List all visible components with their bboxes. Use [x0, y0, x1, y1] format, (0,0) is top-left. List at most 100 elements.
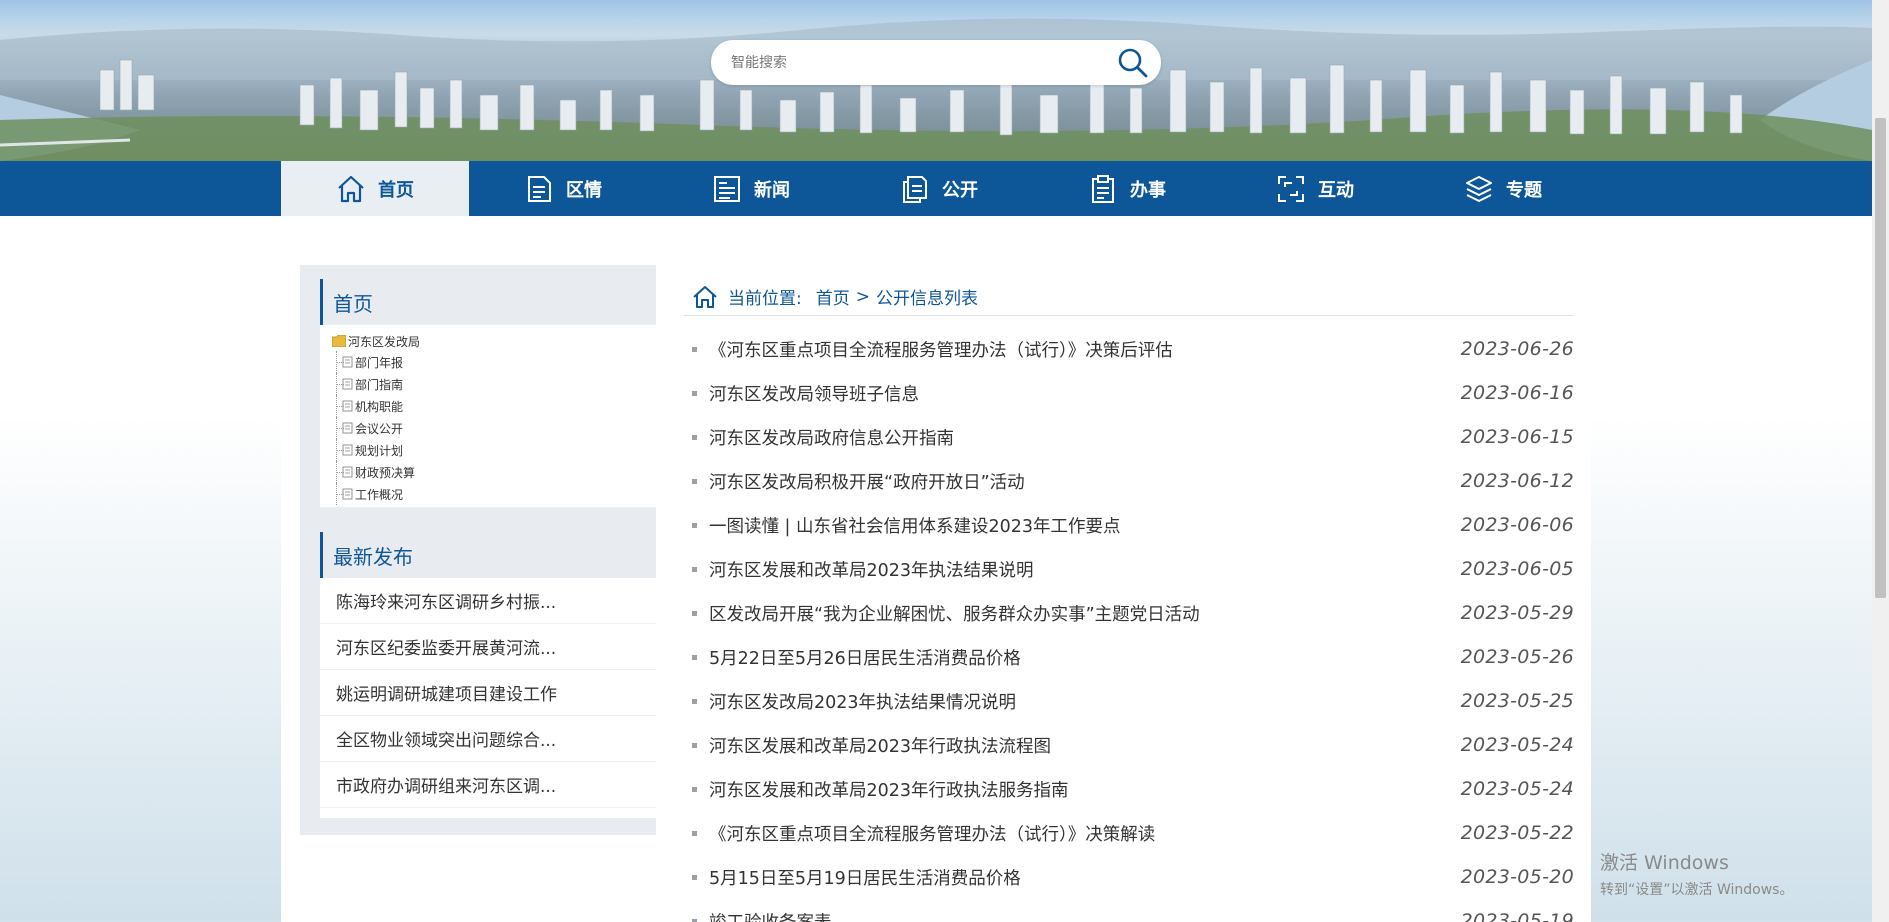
nav-topics-label: 专题: [1506, 179, 1542, 201]
bullet: [692, 742, 697, 748]
nav-news[interactable]: 新闻: [657, 161, 845, 216]
tree-item-label: 部门指南: [355, 377, 404, 392]
list-item[interactable]: 5月22日至5月26日居民生活消费品价格 2023-05-26: [684, 635, 1574, 679]
bullet: [692, 698, 697, 704]
nav-news-label: 新闻: [754, 179, 790, 201]
tree-item-label: 工作概况: [355, 487, 404, 502]
list-item[interactable]: 5月15日至5月19日居民生活消费品价格 2023-05-20: [684, 855, 1574, 899]
list-item-date: 2023-05-20: [1460, 866, 1574, 888]
bullet: [692, 830, 697, 836]
watermark-line1: 激活 Windows: [1600, 852, 1729, 874]
list-item-date: 2023-05-29: [1460, 602, 1574, 624]
list-item-title: 区发改局开展“我为企业解困忧、服务群众办实事”主题党日活动: [709, 604, 1200, 625]
doc-icon: [342, 400, 353, 412]
list-item-date: 2023-06-15: [1460, 426, 1574, 448]
bullet: [692, 654, 697, 660]
list-item-title: 《河东区重点项目全流程服务管理办法（试行）》决策解读: [709, 824, 1156, 845]
doc-icon: [342, 378, 353, 390]
list-item[interactable]: 河东区发展和改革局2023年行政执法服务指南 2023-05-24: [684, 767, 1574, 811]
breadcrumb-home-link[interactable]: 首页: [816, 284, 850, 309]
nav-services[interactable]: 办事: [1033, 161, 1221, 216]
list-item-date: 2023-05-24: [1460, 778, 1574, 800]
list-item[interactable]: 河东区发改局领导班子信息 2023-06-16: [684, 371, 1574, 415]
doc-icon: [342, 488, 353, 500]
search-input[interactable]: [731, 49, 1101, 76]
bullet: [692, 346, 697, 352]
search-button[interactable]: [1115, 45, 1151, 81]
clipboard-icon: [1092, 174, 1114, 203]
tree-item[interactable]: 工作概况: [332, 483, 656, 505]
list-item[interactable]: 《河东区重点项目全流程服务管理办法（试行）》决策后评估 2023-06-26: [684, 327, 1574, 371]
list-item-date: 2023-06-16: [1460, 382, 1574, 404]
tree-item[interactable]: 规划计划: [332, 439, 656, 461]
nav-interaction[interactable]: 互动: [1221, 161, 1409, 216]
list-item-title: 河东区发展和改革局2023年执法结果说明: [709, 560, 1034, 581]
tree-item[interactable]: 财政预决算: [332, 461, 656, 483]
tree-item[interactable]: 机构职能: [332, 395, 656, 417]
latest-item[interactable]: 陈海玲来河东区调研乡村振...: [320, 578, 656, 624]
list-item-title: 河东区发改局领导班子信息: [709, 384, 919, 405]
bullet: [692, 874, 697, 880]
list-item[interactable]: 河东区发改局政府信息公开指南 2023-06-15: [684, 415, 1574, 459]
files-icon: [903, 175, 927, 203]
breadcrumb-current: 公开信息列表: [875, 289, 978, 309]
page-scrollbar[interactable]: [1872, 0, 1889, 922]
nav-topics[interactable]: 专题: [1409, 161, 1597, 216]
latest-item[interactable]: 市政府办调研组来河东区调...: [320, 762, 656, 808]
list-item-date: 2023-05-19: [1460, 910, 1574, 922]
list-item-date: 2023-05-24: [1460, 734, 1574, 756]
bullet: [692, 918, 697, 922]
home-icon: [338, 175, 364, 202]
tree-item-label: 机构职能: [355, 399, 404, 414]
doc-icon: [342, 444, 353, 456]
list-item[interactable]: 河东区发展和改革局2023年执法结果说明 2023-06-05: [684, 547, 1574, 591]
list-item[interactable]: 一图读懂 | 山东省社会信用体系建设2023年工作要点 2023-06-06: [684, 503, 1574, 547]
doc-icon: [342, 466, 353, 478]
nav-home-label: 首页: [378, 179, 414, 201]
bullet: [692, 478, 697, 484]
latest-item[interactable]: 全区物业领域突出问题综合...: [320, 716, 656, 762]
list-item[interactable]: 河东区发展和改革局2023年行政执法流程图 2023-05-24: [684, 723, 1574, 767]
bullet: [692, 786, 697, 792]
list-item-title: 河东区发改局积极开展“政府开放日”活动: [709, 472, 1025, 493]
breadcrumb: 当前位置: 首页 > 公开信息列表: [684, 278, 1574, 316]
bullet: [692, 522, 697, 528]
list-item[interactable]: 《河东区重点项目全流程服务管理办法（试行）》决策解读 2023-05-22: [684, 811, 1574, 855]
sidebar-home-title: 首页: [320, 279, 656, 325]
tree-item[interactable]: 部门年报: [332, 351, 656, 373]
breadcrumb-prefix: 当前位置:: [728, 289, 802, 309]
latest-box: 最新发布 陈海玲来河东区调研乡村振... 河东区纪委监委开展黄河流... 姚运明…: [320, 532, 656, 818]
search-icon: [1118, 48, 1148, 78]
list-item-title: 5月15日至5月19日居民生活消费品价格: [709, 868, 1021, 889]
windows-activation-watermark: 激活 Windows 转到“设置”以激活 Windows。: [1600, 848, 1793, 899]
bullet: [692, 610, 697, 616]
tree-root[interactable]: 河东区发改局: [332, 331, 656, 351]
nav-public[interactable]: 公开: [845, 161, 1033, 216]
list-item-title: 竣工验收备案表: [709, 909, 1461, 922]
list-item-title: 河东区发展和改革局2023年行政执法服务指南: [709, 780, 1069, 801]
list-item-title: 河东区发展和改革局2023年行政执法流程图: [709, 736, 1052, 757]
list-item-date: 2023-06-05: [1460, 558, 1574, 580]
breadcrumb-separator: >: [855, 286, 870, 307]
bullet: [692, 434, 697, 440]
latest-item[interactable]: 河东区纪委监委开展黄河流...: [320, 624, 656, 670]
sidebar-tree-box: 首页 河东区发改局 部门年报 部门指南 机构职能 会议公开 规划计划 财政预决算…: [320, 279, 656, 507]
list-item[interactable]: 区发改局开展“我为企业解困忧、服务群众办实事”主题党日活动 2023-05-29: [684, 591, 1574, 635]
tree-item-label: 财政预决算: [355, 465, 416, 480]
scrollbar-thumb[interactable]: [1875, 118, 1886, 598]
list-item-date: 2023-06-26: [1460, 338, 1574, 360]
list-item[interactable]: 竣工验收备案表2023-05-19: [684, 899, 1574, 922]
tree-item-label: 规划计划: [355, 443, 404, 458]
tree-item[interactable]: 部门指南: [332, 373, 656, 395]
list-item-date: 2023-06-12: [1460, 470, 1574, 492]
list-item[interactable]: 河东区发改局2023年执法结果情况说明 2023-05-25: [684, 679, 1574, 723]
nav-home[interactable]: 首页: [281, 161, 469, 216]
list-item[interactable]: 河东区发改局积极开展“政府开放日”活动 2023-06-12: [684, 459, 1574, 503]
tree-item-label: 会议公开: [355, 421, 404, 436]
latest-title: 最新发布: [320, 532, 656, 578]
interaction-icon: [1278, 175, 1304, 202]
nav-district[interactable]: 区情: [469, 161, 657, 216]
tree-item[interactable]: 会议公开: [332, 417, 656, 439]
nav-public-label: 公开: [942, 179, 978, 201]
latest-item[interactable]: 姚运明调研城建项目建设工作: [320, 670, 656, 716]
